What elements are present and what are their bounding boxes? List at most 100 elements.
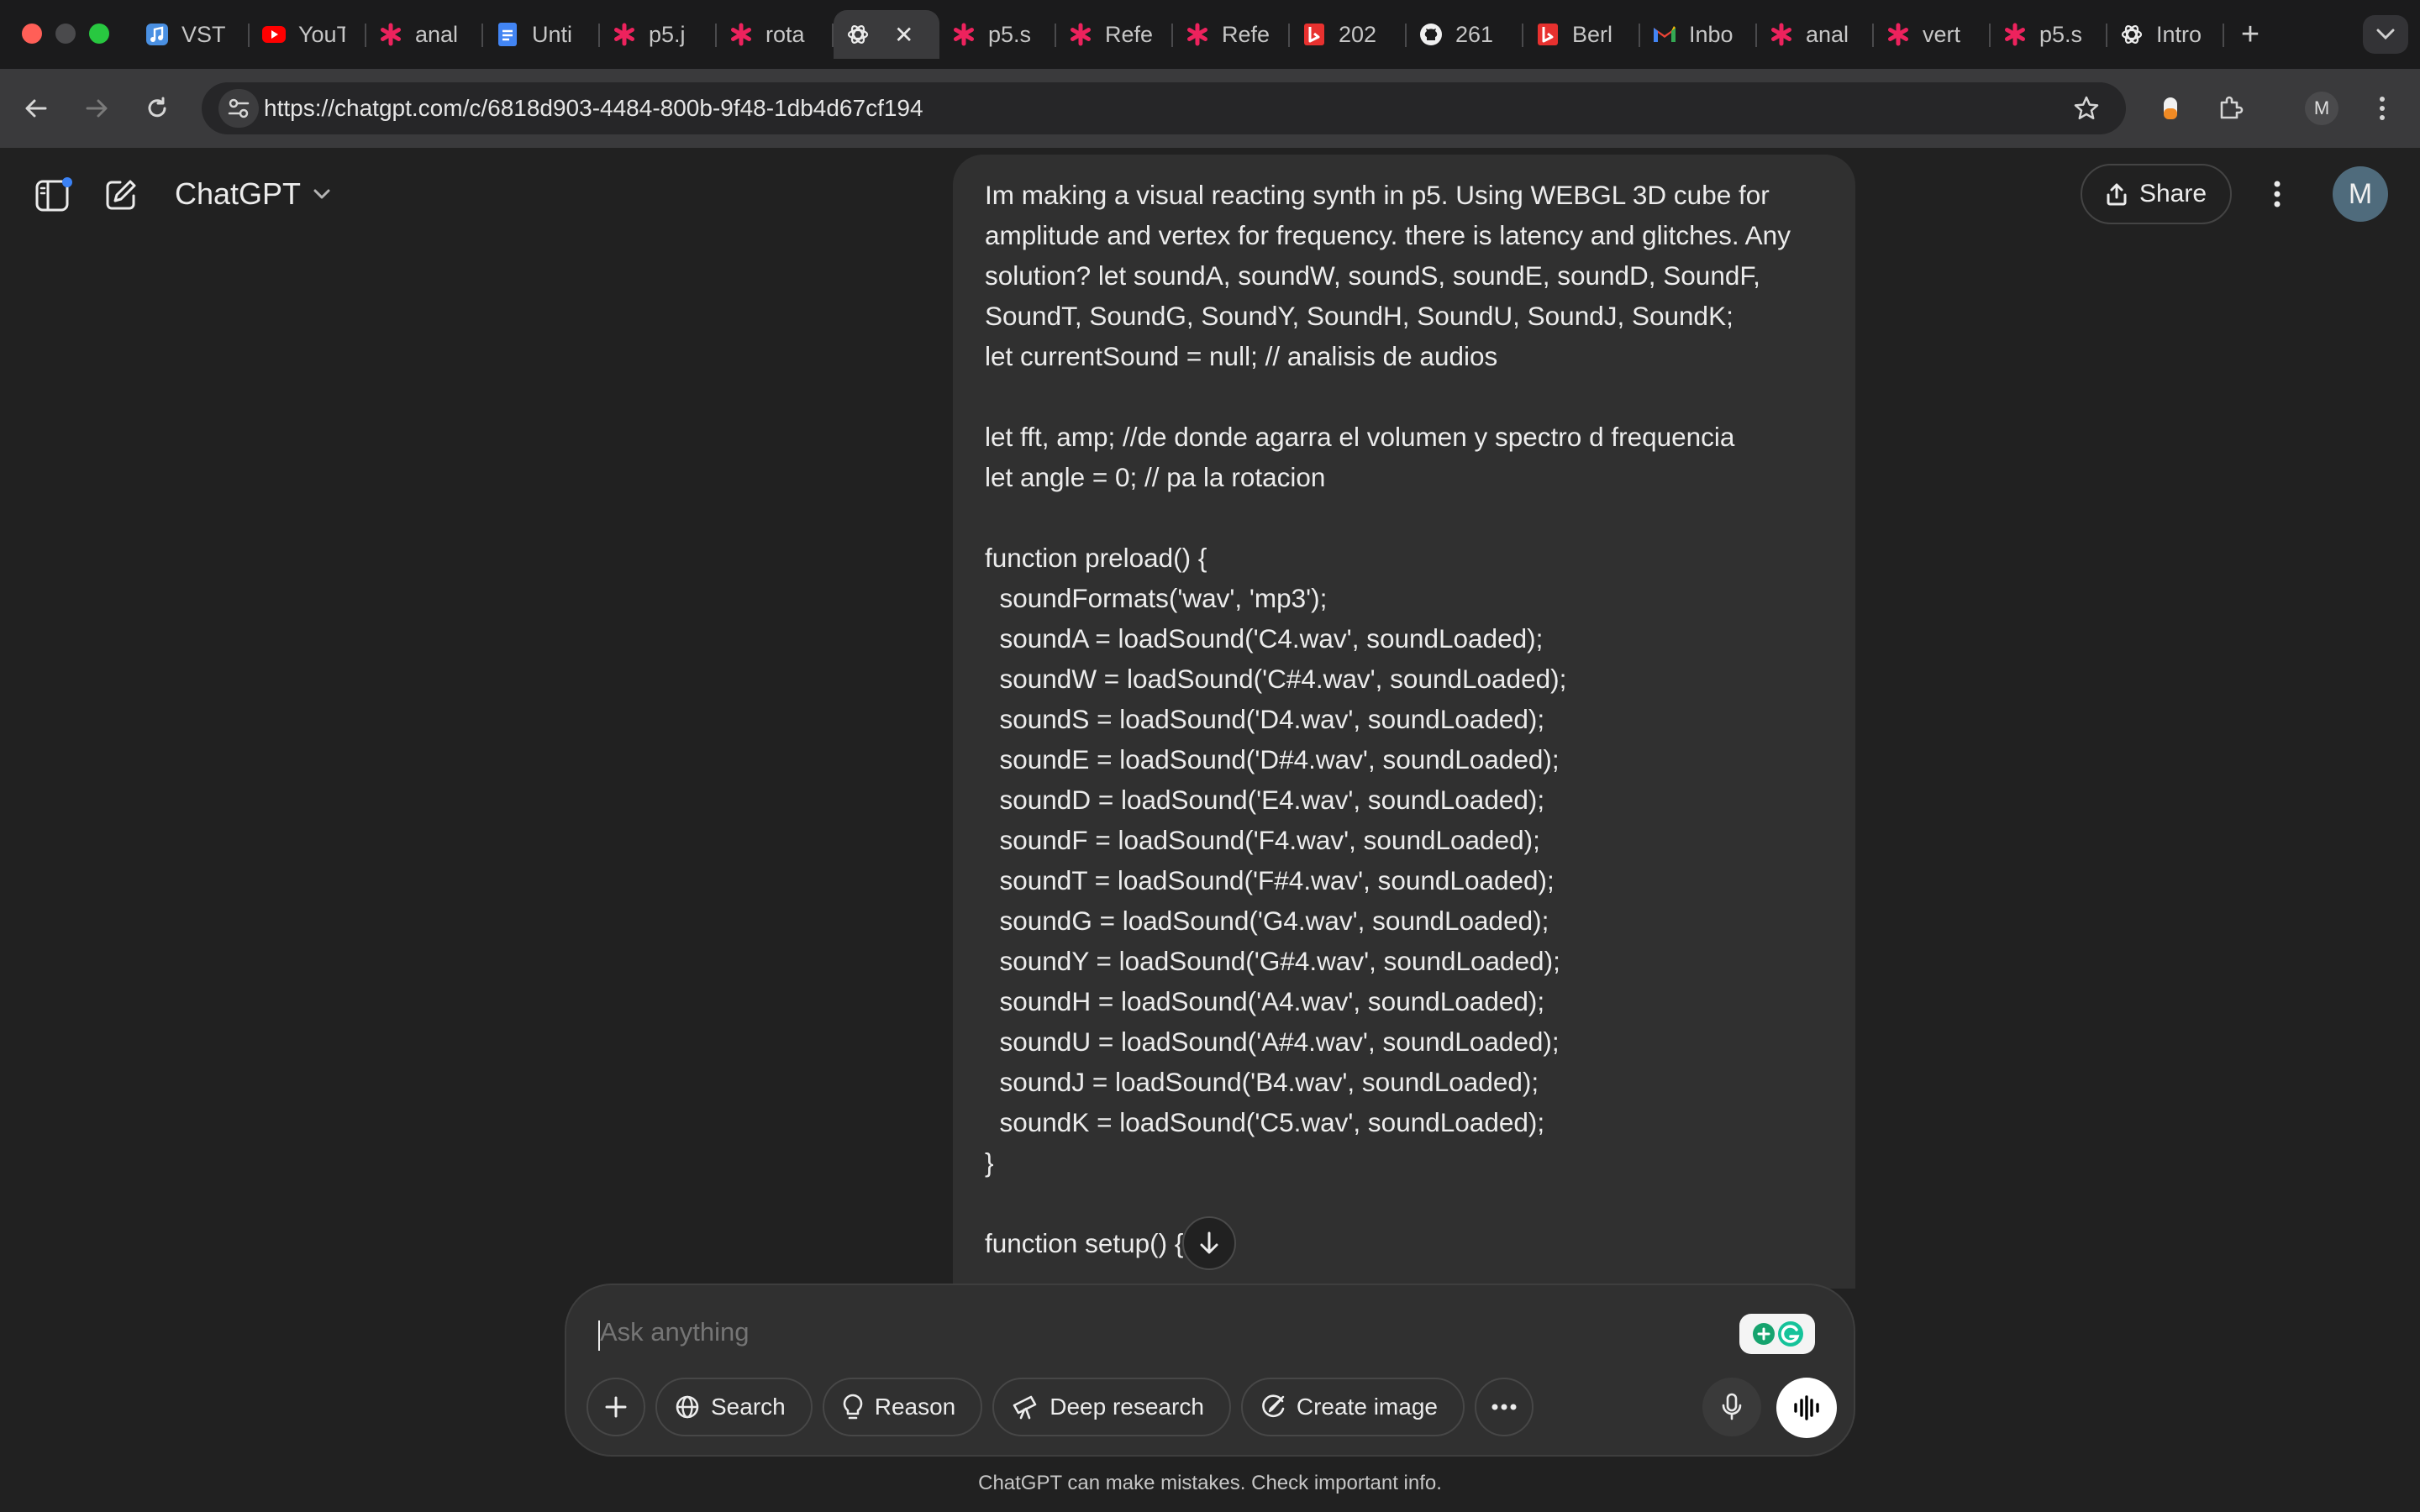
- grammarly-icon: [1753, 1321, 1803, 1347]
- openai-icon: [2119, 22, 2144, 47]
- browser-tab[interactable]: anal: [366, 10, 483, 59]
- grammarly-widget[interactable]: [1739, 1314, 1815, 1354]
- dictate-button[interactable]: [1702, 1378, 1761, 1436]
- message-line: function setup() {: [985, 1228, 1184, 1258]
- reload-icon: [148, 97, 166, 118]
- tab-title: Inbo: [1689, 21, 1733, 47]
- tab-title: 261: [1455, 21, 1494, 47]
- browser-tab-active[interactable]: ✕: [834, 10, 939, 59]
- message-line: soundS = loadSound('D4.wav', soundLoaded…: [985, 704, 1545, 734]
- extensions-menu-button[interactable]: [2212, 89, 2250, 128]
- browser-tab[interactable]: p5.j: [600, 10, 717, 59]
- extension-pill-icon: [2164, 97, 2177, 119]
- address-bar[interactable]: https://chatgpt.com/c/6818d903-4484-800b…: [202, 82, 2126, 134]
- more-dots-icon: [1491, 1404, 1517, 1410]
- deep-research-button[interactable]: Deep research: [992, 1378, 1231, 1436]
- browser-tab[interactable]: p5.s: [1991, 10, 2107, 59]
- browser-tab[interactable]: rota: [717, 10, 834, 59]
- p5-asterisk-icon: [378, 22, 403, 47]
- tab-title: p5.j: [649, 21, 686, 47]
- tab-search-button[interactable]: [2363, 15, 2408, 54]
- tab-title: p5.s: [2039, 21, 2083, 47]
- user-avatar[interactable]: M: [2333, 166, 2388, 222]
- scroll-to-bottom-button[interactable]: [1182, 1216, 1236, 1270]
- reload-button[interactable]: [138, 89, 176, 128]
- more-tools-button[interactable]: [1474, 1378, 1534, 1436]
- search-button[interactable]: Search: [655, 1378, 813, 1436]
- browser-tab[interactable]: VST: [133, 10, 250, 59]
- message-line: }: [985, 1147, 994, 1178]
- site-settings-icon[interactable]: [218, 89, 259, 128]
- share-icon: [2107, 183, 2127, 206]
- message-line: soundT = loadSound('F#4.wav', soundLoade…: [985, 865, 1555, 895]
- tab-title: Unti: [532, 21, 573, 47]
- arrow-down-icon: [1200, 1231, 1218, 1254]
- reason-button[interactable]: Reason: [822, 1378, 983, 1436]
- composer-tools: Search Reason Deep research Create image: [587, 1378, 1534, 1436]
- toggle-sidebar-button[interactable]: [34, 175, 74, 215]
- browser-tab[interactable]: Berl: [1523, 10, 1640, 59]
- openai-icon: [845, 22, 871, 47]
- attach-button[interactable]: [587, 1378, 645, 1436]
- chevron-down-icon: [2376, 29, 2395, 40]
- prompt-input[interactable]: [600, 1317, 1440, 1347]
- message-line: [985, 1183, 1825, 1223]
- bookmark-star-icon[interactable]: [2070, 92, 2102, 124]
- browser-tab[interactable]: p5.s: [939, 10, 1056, 59]
- gmail-icon: [1652, 22, 1677, 47]
- message-line: soundH = loadSound('A4.wav', soundLoaded…: [985, 986, 1545, 1016]
- browser-tab[interactable]: 202: [1290, 10, 1407, 59]
- close-tab-icon[interactable]: ✕: [894, 21, 913, 49]
- search-label: Search: [711, 1394, 786, 1420]
- globe-icon: [676, 1395, 699, 1419]
- tab-title: rota: [765, 21, 805, 47]
- extension-button[interactable]: [2151, 89, 2190, 128]
- minimize-window-button[interactable]: [55, 24, 76, 44]
- tab-title: YouT: [298, 21, 345, 47]
- share-label: Share: [2139, 180, 2207, 207]
- share-button[interactable]: Share: [2081, 164, 2232, 224]
- conversation-options-button[interactable]: [2259, 173, 2296, 215]
- browser-tab[interactable]: Refe: [1056, 10, 1173, 59]
- browser-tab[interactable]: Inbo: [1640, 10, 1757, 59]
- browser-tab[interactable]: 261: [1407, 10, 1523, 59]
- edit-icon: [106, 180, 136, 210]
- browser-tab[interactable]: anal: [1757, 10, 1874, 59]
- message-line: soundG = loadSound('G4.wav', soundLoaded…: [985, 906, 1549, 936]
- image-brush-icon: [1262, 1394, 1285, 1417]
- message-line: soundE = loadSound('D#4.wav', soundLoade…: [985, 744, 1560, 774]
- voice-waveform-icon: [1794, 1395, 1819, 1420]
- browser-menu-button[interactable]: [2363, 89, 2402, 128]
- profile-initial: M: [2313, 97, 2330, 118]
- message-line: soundFormats('wav', 'mp3');: [985, 583, 1328, 613]
- forward-button[interactable]: [77, 89, 116, 128]
- browser-tab[interactable]: Unti: [483, 10, 600, 59]
- create-image-button[interactable]: Create image: [1240, 1378, 1465, 1436]
- browser-tab[interactable]: Intro: [2107, 10, 2224, 59]
- browser-tab[interactable]: Refe: [1173, 10, 1290, 59]
- back-button[interactable]: [17, 89, 55, 128]
- tab-title: Berl: [1572, 21, 1613, 47]
- url-text[interactable]: https://chatgpt.com/c/6818d903-4484-800b…: [264, 95, 923, 122]
- profile-button[interactable]: M: [2302, 89, 2341, 128]
- close-window-button[interactable]: [22, 24, 42, 44]
- tab-title: VST: [182, 21, 226, 47]
- message-line: let fft, amp; //de donde agarra el volum…: [985, 422, 1735, 452]
- tab-title: 202: [1339, 21, 1377, 47]
- p5-asterisk-icon: [2002, 22, 2028, 47]
- new-tab-button[interactable]: +: [2233, 15, 2267, 54]
- github-icon: [1418, 22, 1444, 47]
- maximize-window-button[interactable]: [89, 24, 109, 44]
- message-line: soundJ = loadSound('B4.wav', soundLoaded…: [985, 1067, 1539, 1097]
- message-line: let currentSound = null; // analisis de …: [985, 341, 1498, 371]
- model-selector[interactable]: ChatGPT: [175, 176, 331, 212]
- browser-tab[interactable]: vert: [1874, 10, 1991, 59]
- deep-research-label: Deep research: [1050, 1394, 1204, 1420]
- browser-tab[interactable]: YouT: [250, 10, 366, 59]
- message-line: [985, 497, 1825, 538]
- new-chat-button[interactable]: [101, 175, 141, 215]
- voice-mode-button[interactable]: [1776, 1378, 1837, 1438]
- sidebar-icon: [35, 177, 72, 212]
- user-avatar-initial: M: [2348, 177, 2373, 210]
- model-name-label: ChatGPT: [175, 176, 302, 211]
